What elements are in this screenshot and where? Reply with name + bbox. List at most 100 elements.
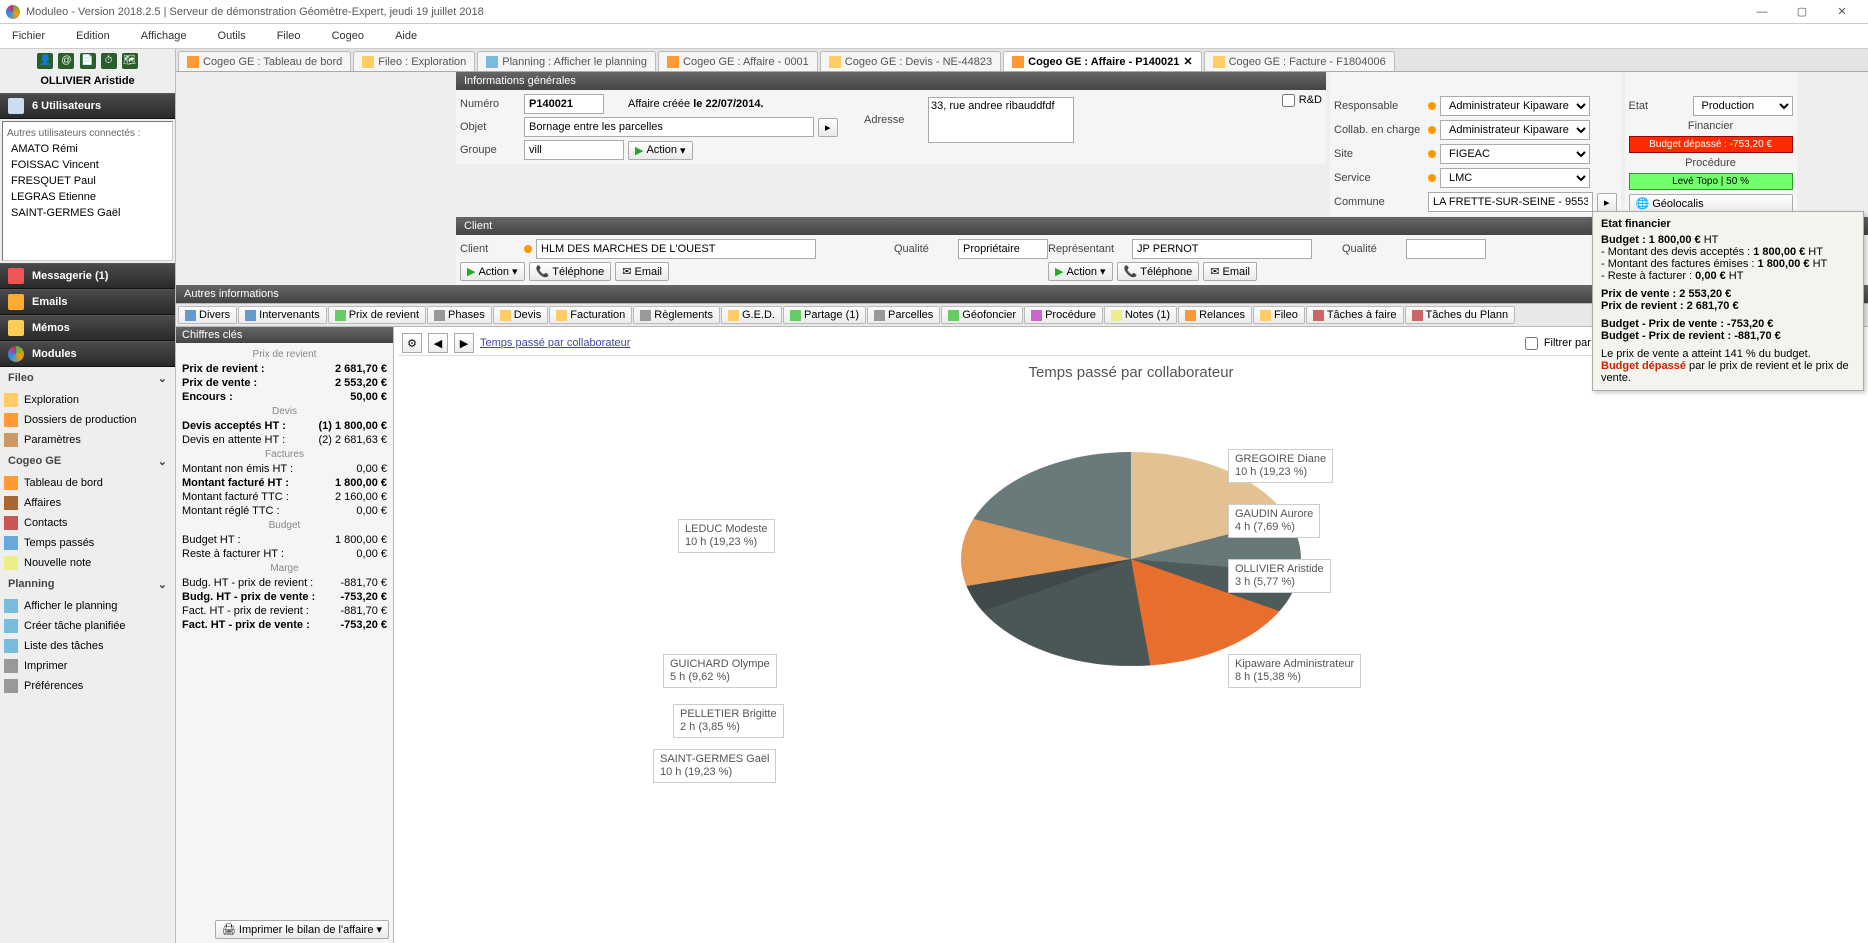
qualite2-input[interactable] — [1406, 239, 1486, 259]
menu-outils[interactable]: Outils — [212, 26, 252, 46]
section-cogeo[interactable]: Cogeo GE⌄ — [0, 450, 175, 473]
action-button[interactable]: ▶Action ▾ — [628, 141, 693, 160]
emails-header[interactable]: Emails — [0, 289, 175, 315]
objet-expand-button[interactable]: ▸ — [818, 118, 838, 137]
user-item[interactable]: FOISSAC Vincent — [7, 157, 168, 173]
subtab[interactable]: Procédure — [1024, 306, 1103, 324]
nav-afficher-planning[interactable]: Afficher le planning — [0, 596, 175, 616]
time-icon[interactable]: ⏱ — [101, 53, 117, 69]
filter-date-checkbox[interactable] — [1525, 337, 1538, 350]
commune-go-button[interactable]: ▸ — [1597, 193, 1617, 212]
maximize-button[interactable]: ▢ — [1782, 3, 1822, 20]
subtab[interactable]: Tâches à faire — [1306, 306, 1404, 324]
responsable-select[interactable]: Administrateur Kipaware — [1440, 96, 1590, 116]
subtab[interactable]: Notes (1) — [1104, 306, 1177, 324]
chart-config-button[interactable]: ⚙ — [402, 333, 422, 353]
user-item[interactable]: FRESQUET Paul — [7, 173, 168, 189]
subtab[interactable]: G.E.D. — [721, 306, 782, 324]
nav-contacts[interactable]: Contacts — [0, 513, 175, 533]
adresse-input[interactable] — [928, 97, 1074, 143]
map-icon[interactable]: 🗺 — [122, 53, 138, 69]
nav-imprimer[interactable]: Imprimer — [0, 656, 175, 676]
financier-label: Financier — [1629, 120, 1793, 132]
tab[interactable]: Cogeo GE : Facture - F1804006 — [1204, 51, 1395, 71]
subtab[interactable]: Prix de revient — [328, 306, 426, 324]
nav-parametres[interactable]: Paramètres — [0, 430, 175, 450]
collab-select[interactable]: Administrateur Kipaware — [1440, 120, 1590, 140]
subtab[interactable]: Fileo — [1253, 306, 1305, 324]
nav-tableau-bord[interactable]: Tableau de bord — [0, 473, 175, 493]
chart-prev-button[interactable]: ◀ — [428, 333, 448, 353]
commune-input[interactable] — [1428, 192, 1593, 212]
menu-affichage[interactable]: Affichage — [135, 26, 193, 46]
action-button[interactable]: ▶Action ▾ — [460, 262, 525, 281]
user-item[interactable]: AMATO Rémi — [7, 141, 168, 157]
subtab[interactable]: Partage (1) — [783, 306, 866, 324]
close-tab-icon[interactable]: ✕ — [1183, 55, 1192, 68]
telephone-button[interactable]: 📞Téléphone — [1117, 262, 1200, 281]
modules-header[interactable]: Modules — [0, 341, 175, 367]
nav-temps[interactable]: Temps passés — [0, 533, 175, 553]
note-icon[interactable]: 📄 — [80, 53, 96, 69]
section-planning[interactable]: Planning⌄ — [0, 573, 175, 596]
phases-icon — [434, 310, 445, 321]
user-item[interactable]: LEGRAS Etienne — [7, 189, 168, 205]
numero-input[interactable] — [524, 94, 604, 114]
nav-affaires[interactable]: Affaires — [0, 493, 175, 513]
menu-edition[interactable]: Edition — [70, 26, 116, 46]
groupe-input[interactable] — [524, 140, 624, 160]
nav-note[interactable]: Nouvelle note — [0, 553, 175, 573]
objet-input[interactable] — [524, 117, 814, 137]
tab[interactable]: Cogeo GE : Devis - NE-44823 — [820, 51, 1001, 71]
minimize-button[interactable]: — — [1742, 4, 1782, 20]
rd-checkbox[interactable] — [1282, 94, 1295, 107]
etat-select[interactable]: Production — [1693, 96, 1793, 116]
chart-link[interactable]: Temps passé par collaborateur — [480, 337, 630, 349]
menu-cogeo[interactable]: Cogeo — [326, 26, 370, 46]
qualite-input[interactable] — [958, 239, 1048, 259]
subtab[interactable]: Phases — [427, 306, 492, 324]
tab[interactable]: Cogeo GE : Affaire - 0001 — [658, 51, 818, 71]
nav-exploration[interactable]: Exploration — [0, 390, 175, 410]
menu-fichier[interactable]: Fichier — [6, 26, 51, 46]
subtab[interactable]: Intervenants — [238, 306, 327, 324]
tab[interactable]: Cogeo GE : Tableau de bord — [178, 51, 351, 71]
at-icon[interactable]: @ — [58, 53, 74, 69]
representant-input[interactable] — [1132, 239, 1312, 259]
reglements-icon — [640, 310, 651, 321]
chart-next-button[interactable]: ▶ — [454, 333, 474, 353]
section-fileo[interactable]: Fileo⌄ — [0, 367, 175, 390]
subtab[interactable]: Devis — [493, 306, 549, 324]
subtab[interactable]: Facturation — [549, 306, 632, 324]
tab-active[interactable]: Cogeo GE : Affaire - P140021 ✕ — [1003, 51, 1201, 71]
tab[interactable]: Planning : Afficher le planning — [477, 51, 656, 71]
subtab[interactable]: Géofoncier — [941, 306, 1023, 324]
client-input[interactable] — [536, 239, 816, 259]
user-item[interactable]: SAINT-GERMES Gaël — [7, 205, 168, 221]
service-select[interactable]: LMC — [1440, 168, 1590, 188]
memos-header[interactable]: Mémos — [0, 315, 175, 341]
site-select[interactable]: FIGEAC — [1440, 144, 1590, 164]
email-button[interactable]: ✉Email — [1203, 262, 1257, 281]
close-button[interactable]: ✕ — [1822, 3, 1862, 20]
subtab[interactable]: Divers — [178, 306, 237, 324]
action-button[interactable]: ▶Action ▾ — [1048, 262, 1113, 281]
print-bilan-button[interactable]: 🖨Imprimer le bilan de l'affaire ▾ — [215, 920, 389, 939]
nav-dossiers[interactable]: Dossiers de production — [0, 410, 175, 430]
subtab[interactable]: Règlements — [633, 306, 720, 324]
subtab[interactable]: Parcelles — [867, 306, 940, 324]
subtab[interactable]: Tâches du Plann — [1405, 306, 1516, 324]
nav-liste-taches[interactable]: Liste des tâches — [0, 636, 175, 656]
telephone-button[interactable]: 📞Téléphone — [529, 262, 612, 281]
menu-fileo[interactable]: Fileo — [271, 26, 307, 46]
subtab[interactable]: Relances — [1178, 306, 1252, 324]
messagerie-header[interactable]: Messagerie (1) — [0, 263, 175, 289]
menu-aide[interactable]: Aide — [389, 26, 423, 46]
nav-preferences[interactable]: Préférences — [0, 676, 175, 696]
users-header[interactable]: 6 Utilisateurs — [0, 93, 175, 119]
nav-creer-tache[interactable]: Créer tâche planifiée — [0, 616, 175, 636]
task-icon — [4, 619, 18, 633]
tab[interactable]: Fileo : Exploration — [353, 51, 475, 71]
email-button[interactable]: ✉Email — [615, 262, 669, 281]
user-icon[interactable]: 👤 — [37, 53, 53, 69]
